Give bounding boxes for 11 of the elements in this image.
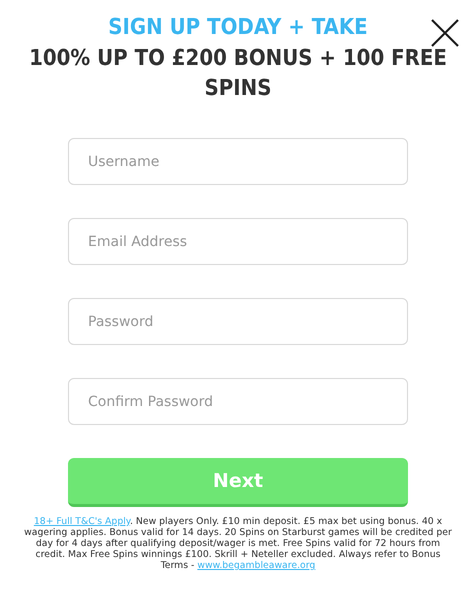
input-field[interactable]: Confirm Password <box>68 378 408 425</box>
headline: SIGN UP TODAY + TAKE <box>107 14 369 42</box>
gamble-aware-link[interactable]: www.begambleaware.org <box>197 560 316 571</box>
next-button[interactable]: Next <box>68 458 408 507</box>
close-button[interactable] <box>430 18 460 48</box>
terms-text: 18+ Full T&C's Apply. New players Only. £10 min deposit. £5 max bet using bonus. 40 x wagering applies. Bonus valid for 14 days. 20 Spins on Starburst games will be credited per day for 4 days after qualifying deposit/wager is met. Free Spins valid for 72 hours from credit. Max Free Spins winnings £100. Skrill + Neteller excluded. Always refer to Bonus Terms - www.begambleaware.org <box>23 516 453 571</box>
input-field[interactable]: Username <box>68 138 408 185</box>
offer-headline: 100% UP TO £200 BONUS + 100 FREE SPINS <box>28 45 448 103</box>
terms-link[interactable]: 18+ Full T&C's Apply <box>34 516 130 527</box>
input-field[interactable]: Password <box>68 298 408 345</box>
input-field[interactable]: Email Address <box>68 218 408 265</box>
